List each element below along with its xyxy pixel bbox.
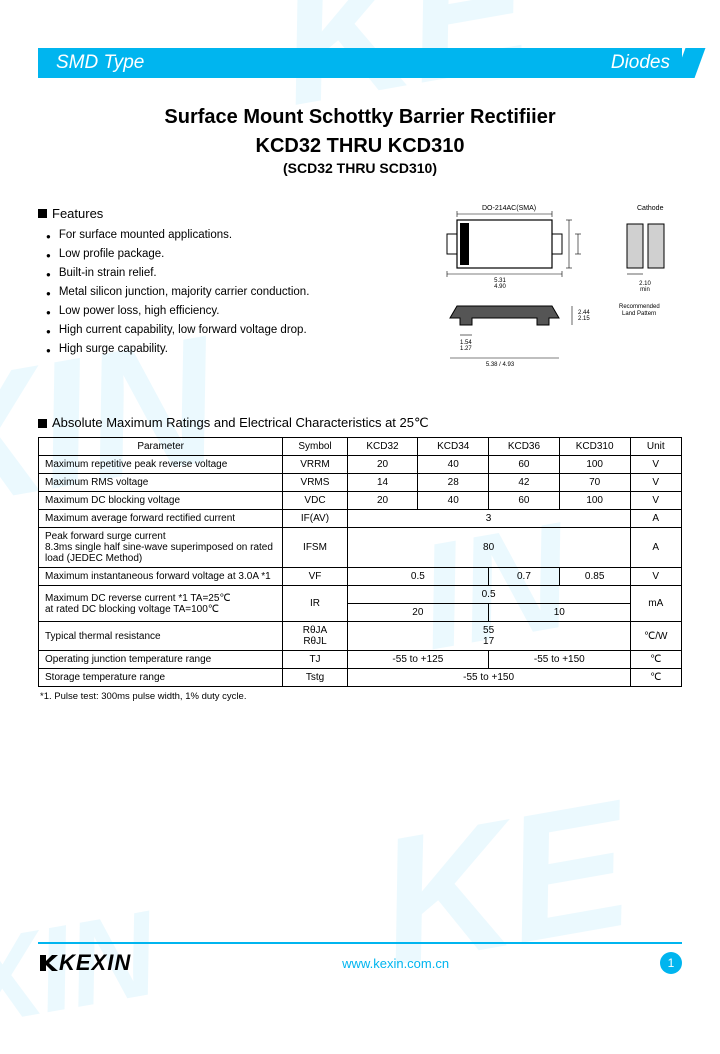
page-number: 1 xyxy=(660,952,682,974)
feature-item: Metal silicon junction, majority carrier… xyxy=(38,286,392,298)
svg-text:Recommended: Recommended xyxy=(619,304,660,310)
pkg-label: DO-214AC(SMA) xyxy=(482,205,536,212)
svg-text:Land Pattern: Land Pattern xyxy=(622,311,656,317)
title-main: Surface Mount Schottky Barrier Rectifiie… xyxy=(38,106,682,129)
ratings-table: Parameter Symbol KCD32 KCD34 KCD36 KCD31… xyxy=(38,437,682,687)
table-row: Peak forward surge current 8.3ms single … xyxy=(39,528,682,568)
table-header-row: Parameter Symbol KCD32 KCD34 KCD36 KCD31… xyxy=(39,438,682,456)
logo-icon xyxy=(38,953,58,973)
feature-item: High surge capability. xyxy=(38,343,392,355)
table-row: Maximum average forward rectified curren… xyxy=(39,510,682,528)
table-row: Typical thermal resistance RθJA RθJL 55 … xyxy=(39,622,682,651)
col-part: KCD32 xyxy=(347,438,418,456)
table-row: Maximum instantaneous forward voltage at… xyxy=(39,568,682,586)
table-row: Maximum DC reverse current *1 TA=25℃ at … xyxy=(39,586,682,604)
title-alt-partno: (SCD32 THRU SCD310) xyxy=(38,160,682,176)
col-unit: Unit xyxy=(630,438,681,456)
svg-text:2.15: 2.15 xyxy=(578,316,590,322)
table-row: Storage temperature range Tstg -55 to +1… xyxy=(39,669,682,687)
col-symbol: Symbol xyxy=(283,438,347,456)
package-diagram: DO-214AC(SMA) Cathode 5.31 xyxy=(422,200,682,375)
feature-item: For surface mounted applications. xyxy=(38,229,392,241)
feature-list: For surface mounted applications. Low pr… xyxy=(38,229,392,355)
header-right: Diodes xyxy=(611,52,670,74)
table-row: Maximum RMS voltage VRMS 14 28 42 70 V xyxy=(39,474,682,492)
svg-text:min: min xyxy=(640,287,650,293)
table-row: Maximum repetitive peak reverse voltage … xyxy=(39,456,682,474)
col-part: KCD310 xyxy=(559,438,630,456)
feature-item: Low profile package. xyxy=(38,248,392,260)
features-heading: Features xyxy=(52,206,103,221)
table-footnote: *1. Pulse test: 300ms pulse width, 1% du… xyxy=(38,691,682,702)
feature-item: High current capability, low forward vol… xyxy=(38,324,392,336)
category-header: SMD Type Diodes xyxy=(38,48,682,78)
table-row: Maximum DC blocking voltage VDC 20 40 60… xyxy=(39,492,682,510)
footer-url: www.kexin.com.cn xyxy=(342,956,449,971)
col-param: Parameter xyxy=(39,438,283,456)
feature-item: Low power loss, high efficiency. xyxy=(38,305,392,317)
bullet-square-icon xyxy=(38,209,47,218)
col-part: KCD36 xyxy=(489,438,560,456)
bullet-square-icon xyxy=(38,419,47,428)
table-row: Operating junction temperature range TJ … xyxy=(39,651,682,669)
svg-text:5.38 / 4.93: 5.38 / 4.93 xyxy=(486,362,515,368)
col-part: KCD34 xyxy=(418,438,489,456)
features-section: Features For surface mounted application… xyxy=(38,200,392,375)
title-partno: KCD32 THRU KCD310 xyxy=(38,135,682,158)
feature-item: Built-in strain relief. xyxy=(38,267,392,279)
cathode-label: Cathode xyxy=(637,205,664,212)
ratings-heading: Absolute Maximum Ratings and Electrical … xyxy=(38,415,682,431)
page-footer: KEXIN www.kexin.com.cn 1 xyxy=(38,942,682,976)
title-block: Surface Mount Schottky Barrier Rectifiie… xyxy=(38,106,682,176)
header-left: SMD Type xyxy=(56,52,144,74)
svg-text:4.90: 4.90 xyxy=(494,284,506,290)
svg-text:1.27: 1.27 xyxy=(460,346,472,352)
brand-logo: KEXIN xyxy=(38,950,131,976)
